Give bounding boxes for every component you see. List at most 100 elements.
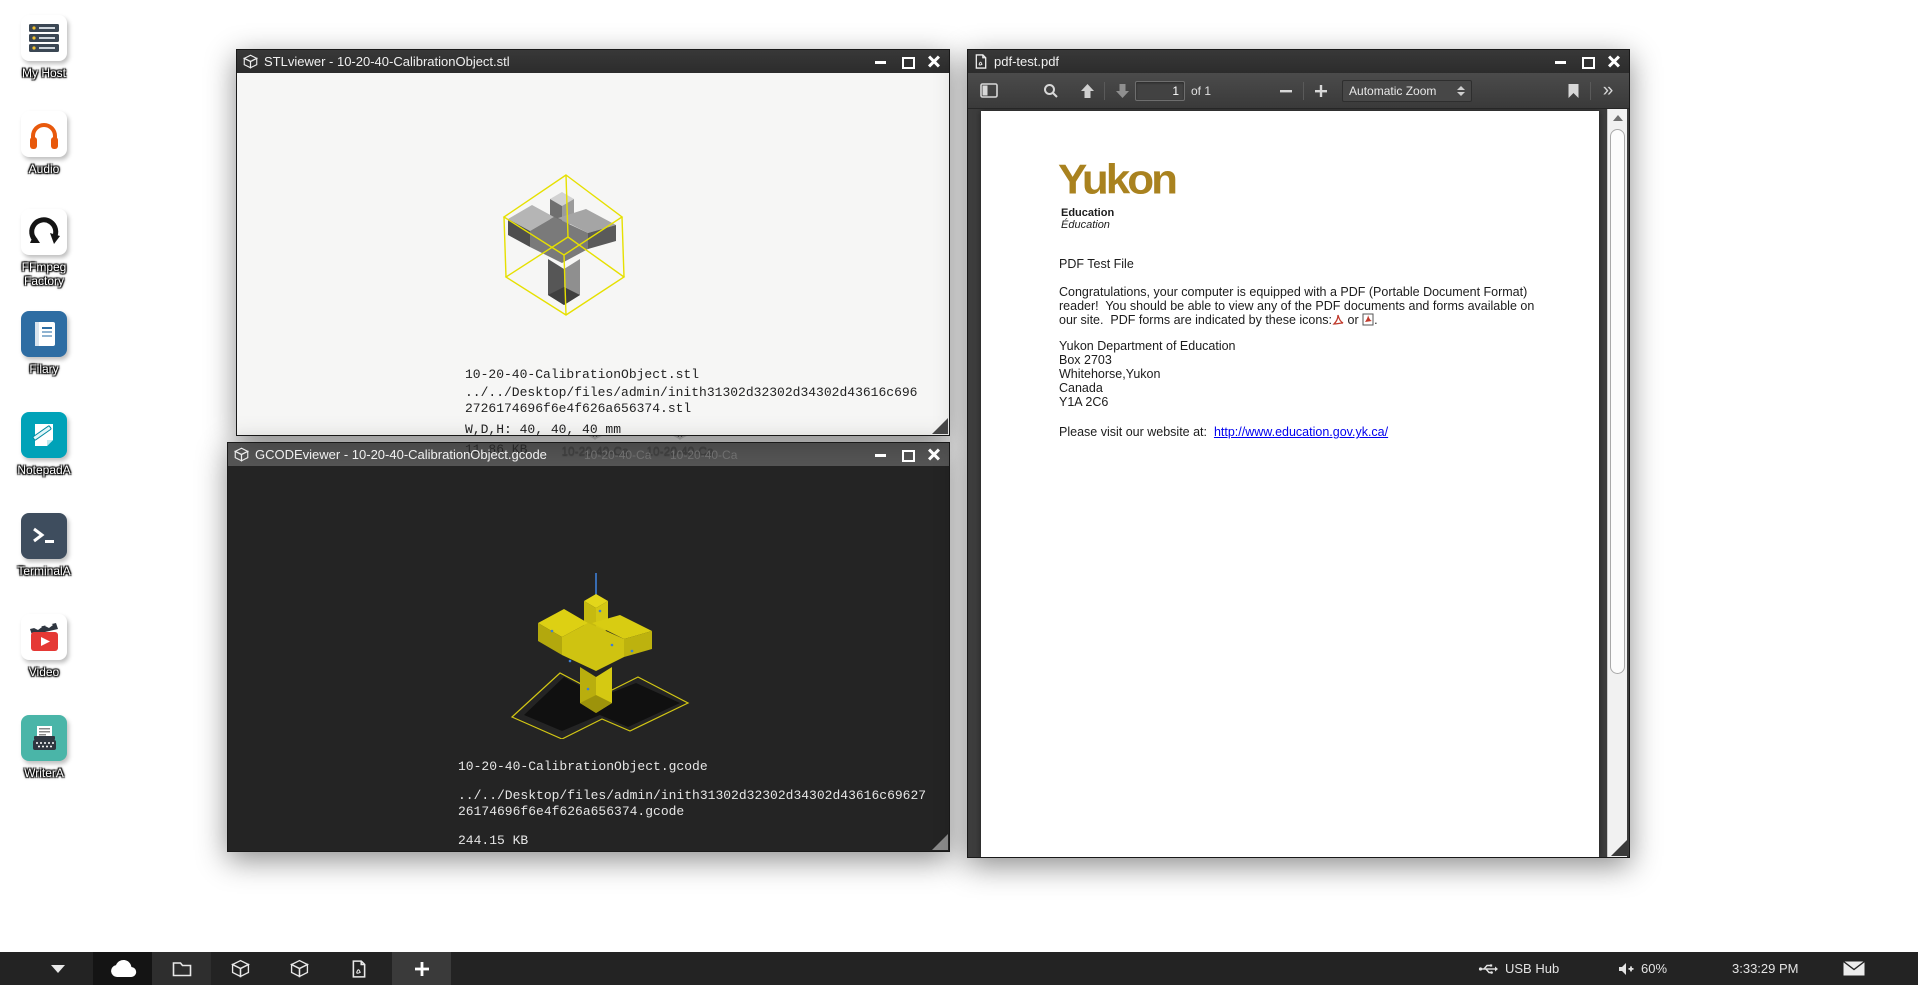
address-line: Yukon Department of Education	[1059, 339, 1236, 353]
resize-grip[interactable]	[932, 418, 948, 434]
desktop-icon-my-host[interactable]: My Host	[12, 15, 76, 80]
taskbar-new-window-button[interactable]	[392, 952, 451, 985]
gcodeviewer-titlebar[interactable]: GCODEviewer - 10-20-40-CalibrationObject…	[228, 443, 949, 466]
next-page-button[interactable]	[1109, 78, 1135, 104]
plus-icon	[414, 961, 430, 977]
doc-heading: PDF Test File	[1059, 257, 1134, 271]
video-icon	[21, 614, 67, 660]
page-number-input[interactable]	[1135, 81, 1185, 101]
close-button[interactable]	[1608, 55, 1621, 68]
tray-clock[interactable]: 3:33:29 PM	[1732, 952, 1799, 985]
pdf-viewer-window: pdf-test.pdf of 1	[967, 49, 1630, 858]
desktop-icon-filary[interactable]: Filary	[12, 311, 76, 376]
desktop-icon-label: Video	[12, 665, 76, 679]
maximize-button[interactable]	[1581, 55, 1594, 68]
select-arrows-icon	[1443, 86, 1465, 96]
zoom-in-button[interactable]	[1308, 78, 1334, 104]
minimize-button[interactable]	[1554, 55, 1567, 68]
gcode-path-line1: ../../Desktop/files/admin/inith31302d323…	[458, 788, 926, 803]
usb-label: USB Hub	[1505, 961, 1559, 976]
scrollbar-thumb[interactable]	[1610, 129, 1625, 674]
logo-education-en: Education	[1061, 207, 1114, 219]
pdf-toolbar: of 1 Automatic Zoom »	[968, 73, 1629, 109]
bookmark-button[interactable]	[1560, 78, 1586, 104]
taskbar-menu-button[interactable]	[28, 952, 87, 985]
gcode-canvas[interactable]: 10-20-40-CalibrationObject.gcode ../../D…	[228, 466, 949, 851]
minimize-button[interactable]	[874, 55, 887, 68]
zoom-level-value: Automatic Zoom	[1349, 84, 1436, 98]
taskbar-app-cloud[interactable]	[93, 952, 152, 985]
box-icon	[234, 447, 249, 462]
maximize-button[interactable]	[901, 55, 914, 68]
cloud-icon	[109, 959, 137, 978]
taskbar-app-stlviewer[interactable]	[211, 952, 270, 985]
headphones-icon	[21, 111, 67, 157]
pdf-page: Yukon Education Éducation PDF Test File …	[981, 111, 1599, 857]
usb-icon	[1478, 963, 1498, 975]
pdf-form-icon-2	[1362, 313, 1374, 326]
minimize-button[interactable]	[874, 448, 887, 461]
yukon-logo: Yukon	[1058, 156, 1175, 204]
terminal-icon	[21, 513, 67, 559]
desktop-icon-notepada[interactable]: NotepadA	[12, 412, 76, 477]
search-button[interactable]	[1038, 78, 1064, 104]
resize-grip[interactable]	[1611, 839, 1628, 856]
desktop-icon-label: NotepadA	[12, 463, 76, 477]
maximize-button[interactable]	[901, 448, 914, 461]
box-icon	[231, 959, 250, 978]
folder-icon	[172, 961, 192, 977]
desktop-icon-ffmpeg-factory[interactable]: FFmpeg Factory	[12, 209, 76, 288]
tray-messages[interactable]	[1843, 952, 1865, 985]
zoom-level-select[interactable]: Automatic Zoom	[1342, 80, 1472, 102]
close-button[interactable]	[928, 448, 941, 461]
stlviewer-titlebar[interactable]: STLviewer - 10-20-40-CalibrationObject.s…	[237, 50, 949, 73]
taskbar-app-files[interactable]	[152, 952, 211, 985]
desktop-icon-label: Audio	[12, 162, 76, 176]
box-icon	[290, 959, 309, 978]
desktop-icon-video[interactable]: Video	[12, 614, 76, 679]
sidebar-toggle-button[interactable]	[976, 78, 1002, 104]
box-icon	[243, 54, 258, 69]
taskbar-app-pdfviewer[interactable]	[329, 952, 388, 985]
scrollbar-up-button[interactable]	[1608, 109, 1627, 126]
speaker-icon	[1618, 962, 1634, 976]
address-line: Whitehorse,Yukon	[1059, 367, 1160, 381]
volume-label: 60%	[1641, 961, 1667, 976]
gcode-filesize: 244.15 KB	[458, 833, 528, 848]
zoom-out-button[interactable]	[1273, 78, 1299, 104]
tray-usb[interactable]: USB Hub	[1478, 952, 1559, 985]
doc-paragraph-line3: our site. PDF forms are indicated by the…	[1059, 313, 1378, 327]
gcode-3d-toolpath	[504, 571, 694, 739]
stl-filename: 10-20-40-CalibrationObject.stl	[465, 367, 699, 382]
obscured-icon-label: 10-20-40-Ca	[584, 448, 651, 462]
gcodeviewer-window: GCODEviewer - 10-20-40-CalibrationObject…	[227, 442, 950, 852]
taskbar-app-gcodeviewer[interactable]	[270, 952, 329, 985]
desktop-icon-label: Filary	[12, 362, 76, 376]
stl-dimensions: W,D,H: 40, 40, 40 mm	[465, 422, 621, 437]
desktop-icon-audio[interactable]: Audio	[12, 111, 76, 176]
desktop-icon-terminala[interactable]: TerminalA	[12, 513, 76, 578]
stl-path-line1: ../../Desktop/files/admin/inith31302d323…	[465, 385, 917, 400]
desktop-icon-label: My Host	[12, 66, 76, 80]
gcode-path-line2: 26174696f6e4f626a656374.gcode	[458, 804, 684, 819]
stl-canvas[interactable]: 10-20-40-CalibrationObject.stl ../../Des…	[237, 73, 949, 435]
pdf-titlebar[interactable]: pdf-test.pdf	[968, 50, 1629, 73]
tray-volume[interactable]: 60%	[1618, 952, 1667, 985]
pdf-scrollbar[interactable]	[1607, 109, 1627, 857]
desktop-icon-writera[interactable]: WriterA	[12, 715, 76, 780]
stlviewer-window: STLviewer - 10-20-40-CalibrationObject.s…	[236, 49, 950, 436]
desktop-icon-label: FFmpeg Factory	[12, 260, 76, 288]
address-line: Box 2703	[1059, 353, 1112, 367]
previous-page-button[interactable]	[1074, 78, 1100, 104]
obscured-icon-label: 10-20-40-Ca	[670, 448, 737, 462]
stl-path-line2: 2726174696f6e4f626a656374.stl	[465, 401, 691, 416]
pdf-content-area: Yukon Education Éducation PDF Test File …	[968, 109, 1629, 857]
clock-label: 3:33:29 PM	[1732, 961, 1799, 976]
pdf-form-icon-1	[1332, 314, 1344, 326]
close-button[interactable]	[928, 55, 941, 68]
typewriter-icon	[21, 715, 67, 761]
server-icon	[21, 15, 67, 61]
toolbar-more-button[interactable]: »	[1595, 78, 1621, 104]
resize-grip[interactable]	[932, 834, 948, 850]
website-link[interactable]: http://www.education.gov.yk.ca/	[1214, 425, 1388, 439]
